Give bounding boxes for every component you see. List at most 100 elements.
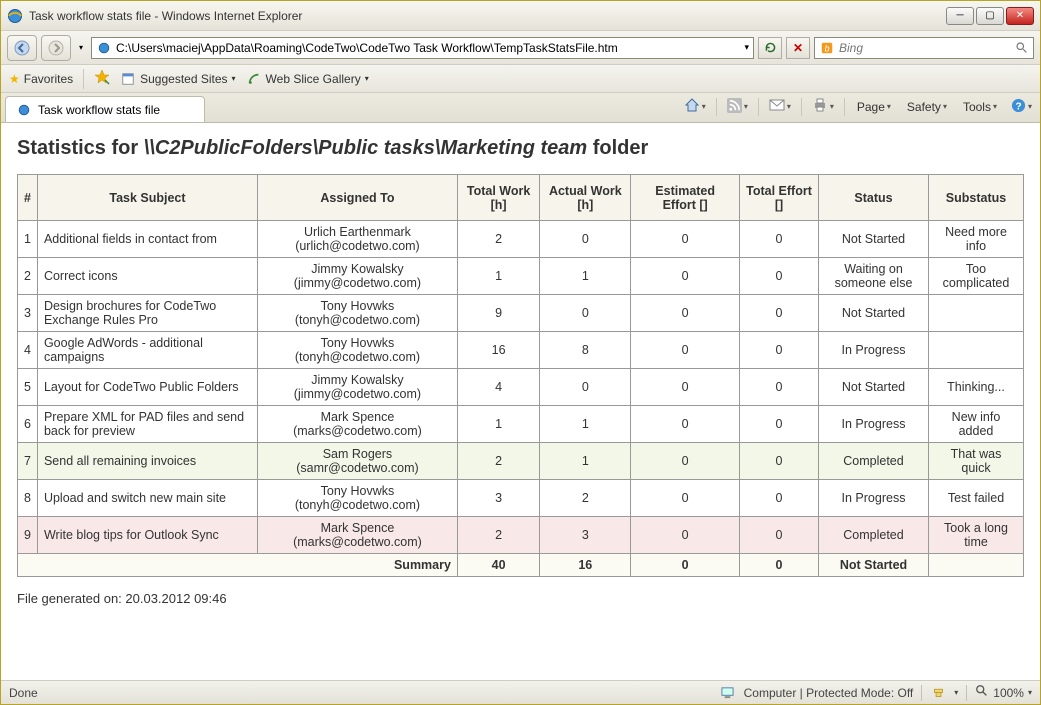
zoom-value: 100% bbox=[993, 686, 1024, 700]
table-row: 5Layout for CodeTwo Public FoldersJimmy … bbox=[18, 369, 1024, 406]
cell-total-work: 9 bbox=[457, 295, 539, 332]
zoom-control[interactable]: 100% ▾ bbox=[975, 684, 1032, 701]
suggested-sites-label: Suggested Sites bbox=[140, 72, 227, 86]
security-icon[interactable] bbox=[930, 685, 946, 701]
safety-menu-button[interactable]: Safety ▾ bbox=[901, 98, 953, 116]
cell-est-effort: 0 bbox=[631, 295, 740, 332]
summary-status: Not Started bbox=[819, 554, 929, 577]
cell-total-effort: 0 bbox=[739, 480, 818, 517]
cell-total-work: 2 bbox=[457, 443, 539, 480]
cell-total-work: 1 bbox=[457, 406, 539, 443]
search-icon[interactable] bbox=[1013, 40, 1029, 56]
cell-actual-work: 3 bbox=[540, 517, 631, 554]
chevron-down-icon[interactable]: ▾ bbox=[1028, 688, 1032, 697]
address-bar[interactable]: ▾ bbox=[91, 37, 754, 59]
summary-total-work: 40 bbox=[457, 554, 539, 577]
star-icon: ★ bbox=[9, 72, 20, 86]
tools-menu-button[interactable]: Tools ▾ bbox=[957, 98, 1003, 116]
cell-est-effort: 0 bbox=[631, 369, 740, 406]
nav-history-dropdown[interactable]: ▾ bbox=[75, 43, 87, 52]
cell-total-effort: 0 bbox=[739, 517, 818, 554]
separator bbox=[83, 69, 84, 89]
help-button[interactable]: ?▾ bbox=[1007, 96, 1036, 118]
back-button[interactable] bbox=[7, 35, 37, 61]
web-slice-button[interactable]: Web Slice Gallery ▾ bbox=[246, 71, 369, 87]
tab-bar: Task workflow stats file ▾ ▾ ▾ ▾ Page ▾ … bbox=[1, 93, 1040, 123]
cell-num: 1 bbox=[18, 221, 38, 258]
summary-actual-work: 16 bbox=[540, 554, 631, 577]
cell-subject: Design brochures for CodeTwo Exchange Ru… bbox=[37, 295, 257, 332]
cell-total-effort: 0 bbox=[739, 258, 818, 295]
cell-num: 5 bbox=[18, 369, 38, 406]
feeds-button[interactable]: ▾ bbox=[723, 96, 752, 118]
cell-assigned: Jimmy Kowalsky(jimmy@codetwo.com) bbox=[257, 258, 457, 295]
address-dropdown-icon[interactable]: ▾ bbox=[744, 42, 749, 53]
print-button[interactable]: ▾ bbox=[808, 95, 838, 118]
col-assigned: Assigned To bbox=[257, 175, 457, 221]
status-bar: Done Computer | Protected Mode: Off ▾ 10… bbox=[1, 680, 1040, 704]
cell-subject: Prepare XML for PAD files and send back … bbox=[37, 406, 257, 443]
add-to-favorites-button[interactable] bbox=[94, 69, 110, 88]
cell-assigned: Jimmy Kowalsky(jimmy@codetwo.com) bbox=[257, 369, 457, 406]
tab-active[interactable]: Task workflow stats file bbox=[5, 96, 205, 122]
table-row: 1Additional fields in contact fromUrlich… bbox=[18, 221, 1024, 258]
cell-est-effort: 0 bbox=[631, 443, 740, 480]
cell-est-effort: 0 bbox=[631, 258, 740, 295]
minimize-button[interactable]: ─ bbox=[946, 7, 974, 25]
chevron-down-icon[interactable]: ▾ bbox=[954, 688, 958, 697]
cell-total-effort: 0 bbox=[739, 369, 818, 406]
bing-icon: b bbox=[819, 40, 835, 56]
cell-assigned: Tony Hovwks(tonyh@codetwo.com) bbox=[257, 480, 457, 517]
close-button[interactable]: ✕ bbox=[1006, 7, 1034, 25]
stats-table: # Task Subject Assigned To Total Work [h… bbox=[17, 174, 1024, 577]
cell-status: Not Started bbox=[819, 369, 929, 406]
protected-mode-text: Computer | Protected Mode: Off bbox=[744, 686, 914, 700]
table-row: 4Google AdWords - additional campaignsTo… bbox=[18, 332, 1024, 369]
cell-assigned: Sam Rogers (samr@codetwo.com) bbox=[257, 443, 457, 480]
home-button[interactable]: ▾ bbox=[680, 95, 710, 118]
cell-subject: Additional fields in contact from bbox=[37, 221, 257, 258]
table-row: 6Prepare XML for PAD files and send back… bbox=[18, 406, 1024, 443]
table-row: 9Write blog tips for Outlook SyncMark Sp… bbox=[18, 517, 1024, 554]
search-input[interactable] bbox=[839, 41, 1009, 55]
cell-total-work: 2 bbox=[457, 517, 539, 554]
svg-text:?: ? bbox=[1015, 101, 1021, 112]
star-arrow-icon bbox=[94, 69, 110, 88]
file-generated-text: File generated on: 20.03.2012 09:46 bbox=[17, 591, 1024, 606]
status-text: Done bbox=[9, 686, 38, 700]
cell-substatus: Thinking... bbox=[929, 369, 1024, 406]
search-bar[interactable]: b bbox=[814, 37, 1034, 59]
cell-assigned: Mark Spence(marks@codetwo.com) bbox=[257, 406, 457, 443]
cell-total-work: 1 bbox=[457, 258, 539, 295]
refresh-button[interactable] bbox=[758, 37, 782, 59]
cell-status: Not Started bbox=[819, 295, 929, 332]
table-row: 3Design brochures for CodeTwo Exchange R… bbox=[18, 295, 1024, 332]
favorites-button[interactable]: ★ Favorites bbox=[9, 72, 73, 86]
cell-status: Not Started bbox=[819, 221, 929, 258]
cell-assigned: Urlich Earthenmark(urlich@codetwo.com) bbox=[257, 221, 457, 258]
suggested-sites-button[interactable]: Suggested Sites ▾ bbox=[120, 71, 235, 87]
cell-assigned: Mark Spence(marks@codetwo.com) bbox=[257, 517, 457, 554]
stop-button[interactable]: ✕ bbox=[786, 37, 810, 59]
table-row: 8Upload and switch new main siteTony Hov… bbox=[18, 480, 1024, 517]
ie-icon bbox=[16, 102, 32, 118]
col-num: # bbox=[18, 175, 38, 221]
maximize-button[interactable]: ▢ bbox=[976, 7, 1004, 25]
cell-actual-work: 2 bbox=[540, 480, 631, 517]
summary-row: Summary401600Not Started bbox=[18, 554, 1024, 577]
cell-status: Waiting on someone else bbox=[819, 258, 929, 295]
summary-est-effort: 0 bbox=[631, 554, 740, 577]
cell-substatus bbox=[929, 295, 1024, 332]
page-menu-button[interactable]: Page ▾ bbox=[851, 98, 897, 116]
cell-subject: Google AdWords - additional campaigns bbox=[37, 332, 257, 369]
cell-substatus: Need more info bbox=[929, 221, 1024, 258]
mail-button[interactable]: ▾ bbox=[765, 96, 795, 117]
cell-total-work: 16 bbox=[457, 332, 539, 369]
cell-actual-work: 0 bbox=[540, 295, 631, 332]
cell-subject: Write blog tips for Outlook Sync bbox=[37, 517, 257, 554]
cell-num: 2 bbox=[18, 258, 38, 295]
cell-total-effort: 0 bbox=[739, 332, 818, 369]
cell-total-effort: 0 bbox=[739, 406, 818, 443]
forward-button[interactable] bbox=[41, 35, 71, 61]
url-input[interactable] bbox=[116, 41, 740, 55]
